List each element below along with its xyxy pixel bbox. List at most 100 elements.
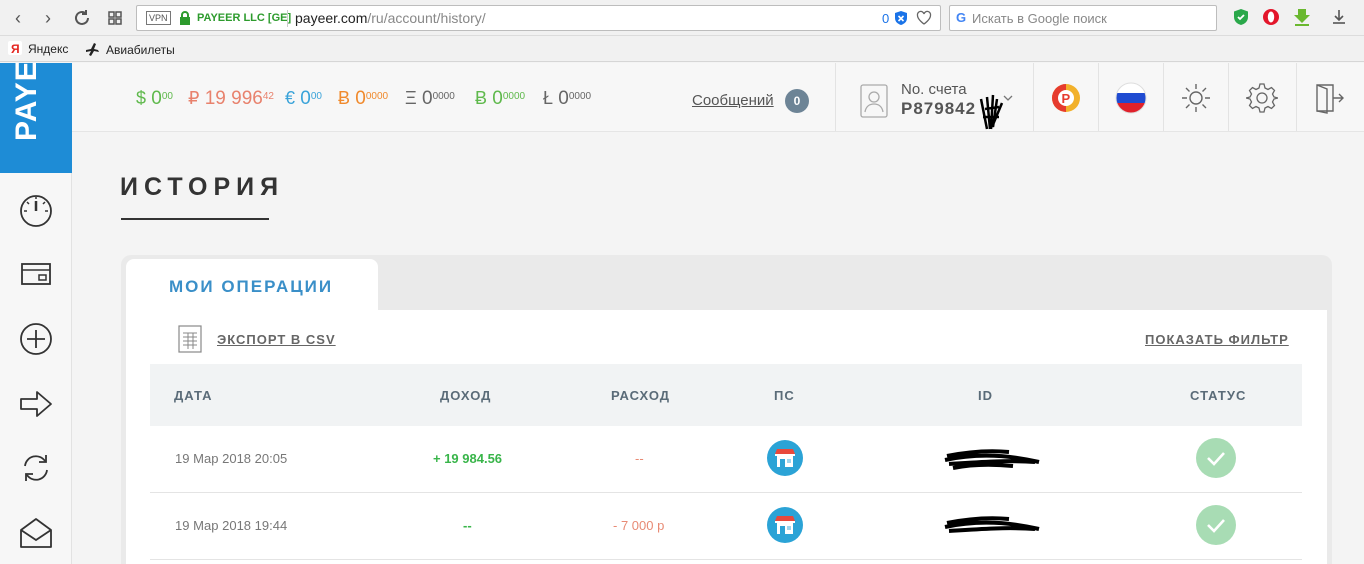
spreadsheet-icon[interactable] [178, 325, 202, 353]
logo[interactable]: PAYEER [0, 63, 72, 173]
heart-icon[interactable] [916, 10, 932, 26]
messages-count-badge[interactable]: 0 [785, 89, 809, 113]
account-label: No. счета [901, 81, 967, 98]
opera-icon[interactable] [1262, 8, 1280, 26]
balance-eth[interactable]: Ξ 00000 [405, 87, 455, 110]
brightness-icon[interactable] [1180, 82, 1212, 114]
balance-int: 19 996 [204, 88, 263, 109]
vpn-badge[interactable]: VPN [146, 11, 171, 25]
topbar-divider [1163, 63, 1164, 131]
dashboard-gauge-icon[interactable] [17, 191, 55, 229]
logout-icon[interactable] [1313, 82, 1345, 114]
balance-frac: 42 [262, 91, 274, 102]
id-redaction-scribble [944, 449, 1040, 470]
chevron-down-icon[interactable] [1003, 94, 1013, 102]
add-funds-icon[interactable] [17, 320, 55, 358]
table-row[interactable]: 19 Мар 2018 19:44 -- - 7 000 р [150, 493, 1302, 560]
balance-frac: 0000 [432, 91, 455, 102]
site-identity[interactable]: PAYEER LLC [GE] [197, 11, 291, 25]
bookmark-avia[interactable]: Авиабилеты [84, 41, 175, 61]
account-card-icon[interactable] [860, 84, 888, 118]
check-icon [1196, 505, 1236, 545]
balance-frac: 0000 [568, 91, 592, 102]
topbar-divider [1296, 63, 1297, 131]
forward-icon[interactable]: › [36, 6, 60, 30]
card-body: ЭКСПОРТ В CSV ПОКАЗАТЬ ФИЛЬТР ДАТА ДОХОД… [126, 310, 1327, 564]
bookmarks-bar: Я Яндекс Авиабилеты [0, 36, 1364, 62]
balance-eur[interactable]: € 000 [285, 87, 322, 110]
address-bar[interactable]: VPN PAYEER LLC [GE] payeer.com/ru/accoun… [136, 5, 941, 31]
row-income: -- [463, 518, 472, 533]
show-filter-link[interactable]: ПОКАЗАТЬ ФИЛЬТР [1145, 332, 1289, 347]
exchange-icon[interactable] [17, 449, 55, 487]
shield-icon[interactable] [894, 10, 908, 26]
tab-label: МОИ ОПЕРАЦИИ [169, 277, 334, 296]
balance-usd[interactable]: $ 000 [136, 87, 173, 110]
balance-btc[interactable]: Ƀ 00000 [338, 87, 388, 110]
header-status: СТАТУС [1190, 388, 1247, 403]
table-header: ДАТА ДОХОД РАСХОД ПС ID СТАТУС [150, 364, 1302, 426]
balance-symbol: $ [136, 88, 147, 108]
export-csv-link[interactable]: ЭКСПОРТ В CSV [217, 332, 336, 347]
search-box[interactable]: G Искать в Google поиск [949, 5, 1217, 31]
header-ps: ПС [774, 388, 795, 403]
row-date: 19 Мар 2018 19:44 [175, 518, 288, 533]
topbar-divider [835, 63, 836, 131]
balance-int: 0 [300, 88, 311, 109]
tab-my-operations[interactable]: МОИ ОПЕРАЦИИ [126, 259, 378, 311]
topbar-divider [1228, 63, 1229, 131]
check-icon [1196, 438, 1236, 478]
svg-text:P: P [1062, 91, 1071, 106]
download-helper-icon[interactable] [1293, 8, 1311, 26]
row-expense: -- [635, 451, 644, 466]
row-expense: - 7 000 р [613, 518, 665, 533]
balance-int: 0 [355, 88, 366, 109]
mail-icon[interactable] [17, 514, 55, 552]
balance-symbol: Ł [543, 88, 554, 108]
url-text[interactable]: payeer.com/ru/account/history/ [295, 10, 486, 27]
payeer-page: PAYEER $ 000 ₽ 19 99642 € 000 Ƀ 00000 Ξ … [0, 63, 1364, 564]
row-income: + 19 984.56 [433, 451, 503, 466]
plane-icon [84, 41, 100, 61]
table-row[interactable]: 19 Мар 2018 20:05 + 19 984.56 -- [150, 426, 1302, 493]
messages-link[interactable]: Сообщений [692, 92, 774, 109]
downloads-icon[interactable] [1330, 8, 1348, 26]
yandex-icon: Я [8, 41, 22, 59]
title-underline [121, 218, 269, 220]
balance-frac: 00 [310, 91, 322, 102]
browser-toolbar: ‹ › VPN PAYEER LLC [GE] payeer.com/ru/ac… [0, 0, 1364, 36]
account-number[interactable]: P879842 [901, 99, 976, 119]
main-content: ИСТОРИЯ МОИ ОПЕРАЦИИ ЭКСПОРТ В CSV ПОКАЗ… [72, 132, 1364, 564]
balance-int: 0 [558, 88, 569, 109]
balance-bch[interactable]: Ƀ 00000 [475, 87, 525, 110]
gear-icon[interactable] [1246, 82, 1278, 114]
balance-symbol: € [285, 88, 296, 108]
balance-symbol: Ξ [405, 88, 417, 108]
reload-icon[interactable] [70, 6, 94, 30]
topbar-divider [1033, 63, 1034, 131]
balance-rub[interactable]: ₽ 19 99642 [188, 87, 274, 110]
google-icon: G [956, 10, 967, 25]
lock-icon[interactable] [179, 10, 191, 26]
wallet-card-icon[interactable] [17, 255, 55, 293]
payeer-coin-icon[interactable]: P [1050, 82, 1082, 114]
back-icon[interactable]: ‹ [6, 6, 30, 30]
tabs-grid-icon[interactable] [103, 6, 127, 30]
id-redaction-scribble [944, 516, 1040, 533]
transfer-arrow-icon[interactable] [17, 385, 55, 423]
balance-int: 0 [151, 88, 162, 109]
shop-icon [767, 507, 803, 543]
adblock-shield-icon[interactable] [1232, 8, 1250, 26]
bookmark-yandex[interactable]: Я Яндекс [8, 41, 68, 59]
row-date: 19 Мар 2018 20:05 [175, 451, 288, 466]
address-divider [287, 10, 288, 27]
header-expense: РАСХОД [611, 388, 671, 403]
url-domain: payeer.com [295, 10, 368, 26]
russian-flag-icon[interactable] [1115, 82, 1147, 114]
shield-count: 0 [882, 11, 890, 26]
balance-frac: 0000 [502, 91, 526, 102]
logo-text: PAYEER [10, 63, 43, 141]
header-income: ДОХОД [440, 388, 492, 403]
svg-text:Я: Я [11, 42, 20, 55]
balance-ltc[interactable]: Ł 00000 [543, 87, 591, 110]
